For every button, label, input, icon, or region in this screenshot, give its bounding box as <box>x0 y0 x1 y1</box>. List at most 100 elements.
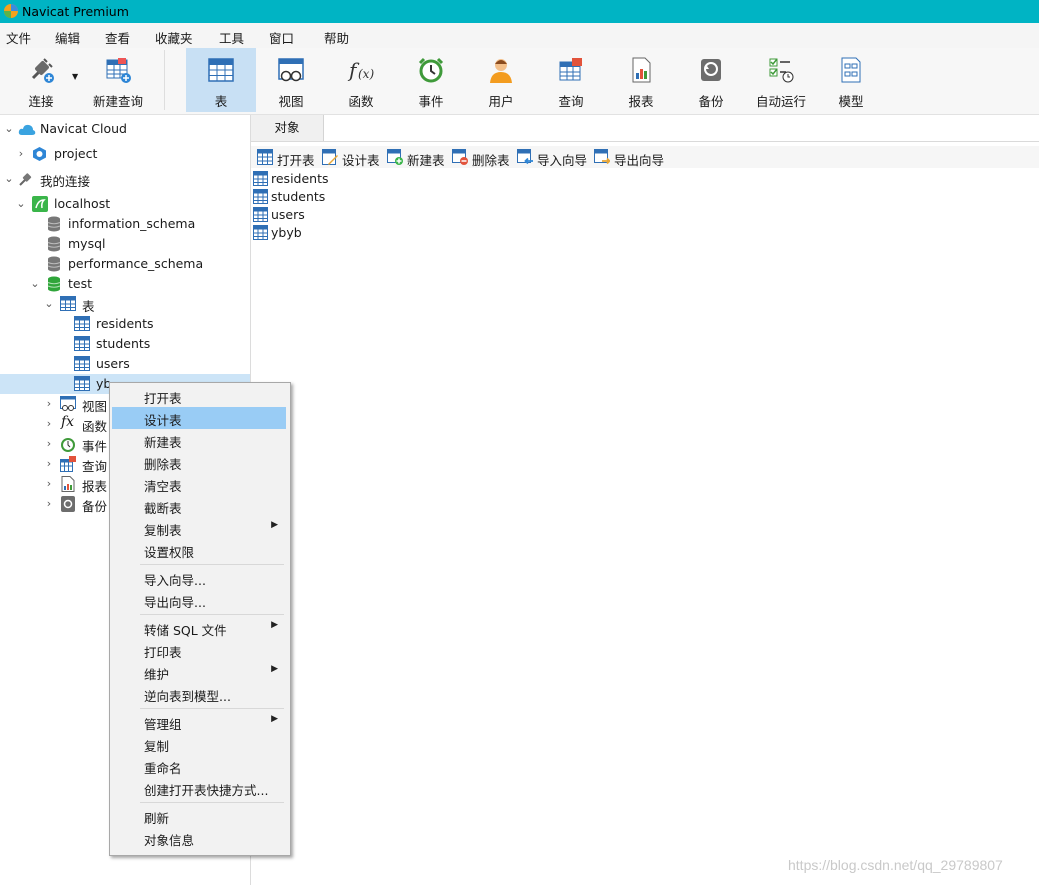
menu-help[interactable]: 帮助 <box>324 28 349 47</box>
query-icon <box>559 58 582 81</box>
object-name: users <box>271 207 305 222</box>
menu-item-design-table[interactable]: 设计表 <box>112 407 286 429</box>
menu-item-new-table[interactable]: 新建表 <box>112 429 286 451</box>
export-wizard-button[interactable]: 导出向导 <box>594 149 668 168</box>
connect-button[interactable]: 连接 <box>10 48 72 112</box>
menu-item-open-table[interactable]: 打开表 <box>112 385 286 407</box>
report-button[interactable]: 报表 <box>606 48 676 112</box>
object-list-item[interactable]: students <box>253 188 373 206</box>
chevron-down-icon[interactable]: ⌄ <box>2 172 16 186</box>
backup-icon <box>61 496 75 512</box>
tree-label: 报表 <box>82 479 108 494</box>
tree-label: 事件 <box>82 439 108 454</box>
table-icon <box>74 336 90 351</box>
table-icon <box>253 171 268 186</box>
menu-item-print-table[interactable]: 打印表 <box>112 639 286 661</box>
auto-run-button[interactable]: 自动运行 <box>746 48 816 112</box>
menu-edit[interactable]: 编辑 <box>55 28 80 47</box>
chevron-down-icon[interactable]: ⌄ <box>2 122 16 136</box>
tree-node-table[interactable]: residents <box>0 314 250 334</box>
menu-item-rename[interactable]: 重命名 <box>112 755 286 777</box>
alarm-clock-icon <box>61 438 75 452</box>
menu-item-label: 创建打开表快捷方式... <box>144 783 269 798</box>
chevron-right-icon[interactable]: › <box>14 147 28 161</box>
design-table-button[interactable]: 设计表 <box>322 149 384 168</box>
backup-button[interactable]: 备份 <box>676 48 746 112</box>
object-list-item[interactable]: residents <box>253 170 373 188</box>
menu-item-label: 删除表 <box>144 457 182 472</box>
menu-item-truncate-table[interactable]: 截断表 <box>112 495 286 517</box>
menu-item-reverse-to-model[interactable]: 逆向表到模型... <box>112 683 286 705</box>
tab-objects[interactable]: 对象 <box>251 115 324 141</box>
menu-item-copy-table[interactable]: 复制表 ▶ <box>112 517 286 539</box>
menu-separator <box>140 564 284 565</box>
chevron-down-icon[interactable]: ⌄ <box>14 197 28 211</box>
model-icon <box>841 57 861 83</box>
new-table-button[interactable]: 新建表 <box>387 149 449 168</box>
menu-window[interactable]: 窗口 <box>269 28 294 47</box>
menu-item-create-shortcut[interactable]: 创建打开表快捷方式... <box>112 777 286 799</box>
event-button[interactable]: 事件 <box>396 48 466 112</box>
menu-item-manage-group[interactable]: 管理组 ▶ <box>112 711 286 733</box>
menu-item-import-wizard[interactable]: 导入向导... <box>112 567 286 589</box>
chevron-right-icon[interactable]: › <box>42 397 56 411</box>
object-list-item[interactable]: ybyb <box>253 224 373 242</box>
menu-item-dump-sql[interactable]: 转储 SQL 文件 ▶ <box>112 617 286 639</box>
open-table-button[interactable]: 打开表 <box>257 149 319 168</box>
menu-item-set-permissions[interactable]: 设置权限 <box>112 539 286 561</box>
menu-view[interactable]: 查看 <box>105 28 130 47</box>
tree-node-navicat-cloud[interactable]: ⌄ Navicat Cloud <box>0 119 250 139</box>
object-name: residents <box>271 171 329 186</box>
model-button[interactable]: 模型 <box>816 48 886 112</box>
chevron-right-icon[interactable]: › <box>42 417 56 431</box>
tree-node-database-test[interactable]: ⌄ test <box>0 274 250 294</box>
chevron-right-icon[interactable]: › <box>42 497 56 511</box>
chevron-right-icon[interactable]: › <box>42 477 56 491</box>
tree-node-database[interactable]: performance_schema <box>0 254 250 274</box>
new-query-button[interactable]: 新建查询 <box>88 48 148 112</box>
tree-node-project[interactable]: › project <box>0 144 250 164</box>
context-menu: 打开表 设计表 新建表 删除表 清空表 截断表 复制表 ▶ 设置权限 导入向导..… <box>109 382 291 856</box>
table-button[interactable]: 表 <box>186 48 256 112</box>
tree-node-table[interactable]: students <box>0 334 250 354</box>
menu-item-refresh[interactable]: 刷新 <box>112 805 286 827</box>
menu-item-maintain[interactable]: 维护 ▶ <box>112 661 286 683</box>
project-hexagon-icon <box>33 147 46 161</box>
tree-node-my-connections[interactable]: ⌄ 我的连接 <box>0 169 250 189</box>
menu-item-object-info[interactable]: 对象信息 <box>112 827 286 849</box>
export-wizard-label: 导出向导 <box>614 153 665 168</box>
object-list-item[interactable]: users <box>253 206 373 224</box>
delete-table-button[interactable]: 删除表 <box>452 149 514 168</box>
tree-node-tables-group[interactable]: ⌄ 表 <box>0 294 250 314</box>
tree-node-database[interactable]: mysql <box>0 234 250 254</box>
chevron-down-icon[interactable]: ⌄ <box>28 277 42 291</box>
menu-item-export-wizard[interactable]: 导出向导... <box>112 589 286 611</box>
table-label: 表 <box>214 94 228 109</box>
chevron-down-icon[interactable]: ⌄ <box>42 297 56 311</box>
user-button[interactable]: 用户 <box>466 48 536 112</box>
connect-dropdown-icon[interactable]: ▼ <box>72 72 78 81</box>
function-button[interactable]: f (x) 函数 <box>326 48 396 112</box>
tree-node-localhost[interactable]: ⌄ localhost <box>0 194 250 214</box>
chevron-right-icon[interactable]: › <box>42 457 56 471</box>
query-button[interactable]: 查询 <box>536 48 606 112</box>
import-wizard-button[interactable]: 导入向导 <box>517 149 591 168</box>
chevron-right-icon[interactable]: › <box>42 437 56 451</box>
submenu-arrow-icon: ▶ <box>271 520 278 530</box>
user-label: 用户 <box>488 94 514 109</box>
import-icon <box>517 149 533 165</box>
tree-label: project <box>54 146 98 161</box>
menu-file[interactable]: 文件 <box>6 28 31 47</box>
tree-node-table[interactable]: users <box>0 354 250 374</box>
menu-tools[interactable]: 工具 <box>219 28 244 47</box>
menu-item-delete-table[interactable]: 删除表 <box>112 451 286 473</box>
menu-favorites[interactable]: 收藏夹 <box>155 28 193 47</box>
table-icon <box>253 207 268 222</box>
menu-item-copy[interactable]: 复制 <box>112 733 286 755</box>
tree-node-database[interactable]: information_schema <box>0 214 250 234</box>
menu-item-label: 设置权限 <box>144 545 195 560</box>
view-button[interactable]: 视图 <box>256 48 326 112</box>
tree-label: 视图 <box>82 399 108 414</box>
menu-item-label: 重命名 <box>144 761 182 776</box>
menu-item-empty-table[interactable]: 清空表 <box>112 473 286 495</box>
